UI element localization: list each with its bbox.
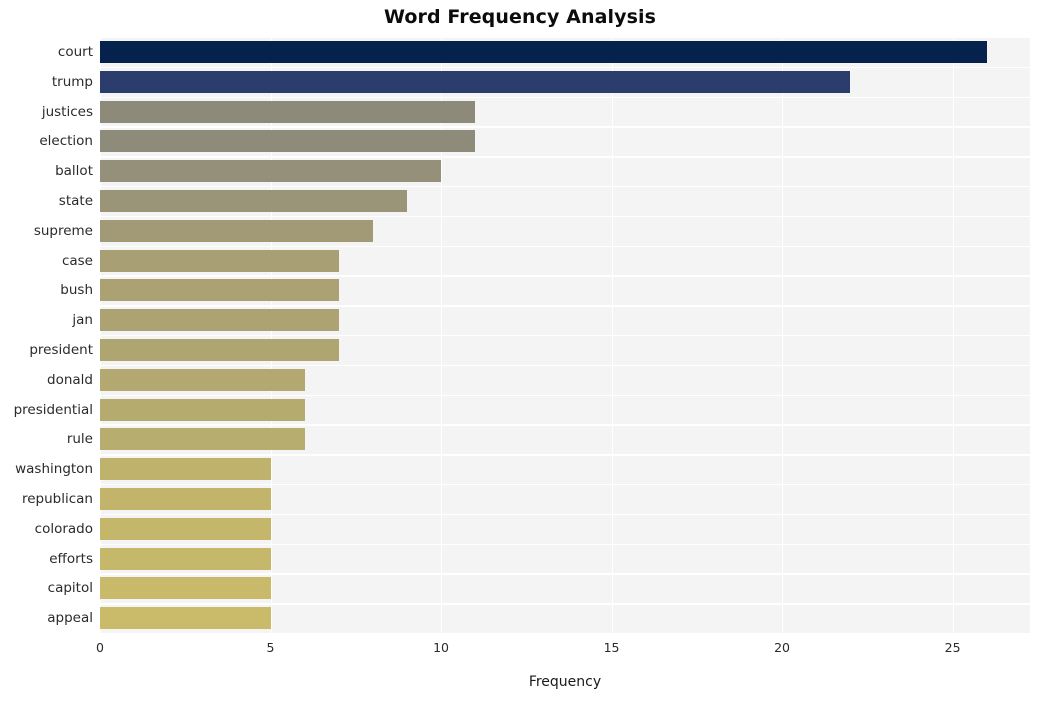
y-tick-label-appeal: appeal <box>47 610 93 627</box>
x-axis-tick-labels: 0 5 10 15 20 25 <box>96 633 1030 659</box>
bar-republican <box>100 487 271 510</box>
bar-ballot <box>100 160 442 183</box>
bars-layer <box>100 37 1030 633</box>
y-tick-label-supreme: supreme <box>33 222 93 239</box>
y-tick-label-capitol: capitol <box>47 580 93 597</box>
bar-election <box>100 130 476 153</box>
bar-jan <box>100 309 339 332</box>
bar-state <box>100 189 407 212</box>
y-tick-label-washington: washington <box>15 461 93 478</box>
y-tick-label-case: case <box>61 252 93 269</box>
x-tick-label-20: 20 <box>774 640 791 655</box>
y-tick-label-jan: jan <box>72 312 93 329</box>
bar-case <box>100 249 339 272</box>
y-tick-label-court: court <box>57 43 93 60</box>
y-tick-label-rule: rule <box>66 431 93 448</box>
y-tick-label-efforts: efforts <box>49 550 93 567</box>
bar-efforts <box>100 547 271 570</box>
x-tick-label-25: 25 <box>944 640 961 655</box>
x-tick-label-10: 10 <box>433 640 449 655</box>
chart-figure: Word Frequency Analysis court trump justic… <box>0 0 1040 701</box>
y-axis-tick-labels: court trump justices election ballot state sup… <box>0 37 93 633</box>
y-tick-label-donald: donald <box>47 371 93 388</box>
x-axis-label: Frequency <box>528 674 602 690</box>
x-tick-label-0: 0 <box>96 640 104 655</box>
y-tick-label-presidential: presidential <box>13 401 93 418</box>
y-tick-label-colorado: colorado <box>34 520 93 537</box>
plot-area <box>100 37 1030 635</box>
bar-trump <box>100 70 851 93</box>
y-tick-label-president: president <box>29 341 93 358</box>
x-tick-label-5: 5 <box>266 640 275 655</box>
bar-washington <box>100 458 271 481</box>
bar-bush <box>100 279 339 302</box>
bar-appeal <box>100 607 271 630</box>
bar-supreme <box>100 219 373 242</box>
chart-title: Word Frequency Analysis <box>383 6 657 28</box>
bar-colorado <box>100 517 271 540</box>
bar-donald <box>100 368 305 391</box>
y-tick-label-bush: bush <box>60 282 93 299</box>
bar-president <box>100 338 339 361</box>
y-tick-label-republican: republican <box>21 490 93 507</box>
bar-justices <box>100 100 476 123</box>
y-tick-label-state: state <box>58 192 93 209</box>
bar-capitol <box>100 577 271 600</box>
y-tick-label-ballot: ballot <box>55 163 93 180</box>
y-tick-label-justices: justices <box>41 103 93 120</box>
x-tick-label-15: 15 <box>603 640 620 655</box>
bar-rule <box>100 428 305 451</box>
y-tick-label-trump: trump <box>51 73 93 90</box>
bar-court <box>100 40 987 63</box>
bar-presidential <box>100 398 305 421</box>
y-tick-label-election: election <box>39 133 93 150</box>
